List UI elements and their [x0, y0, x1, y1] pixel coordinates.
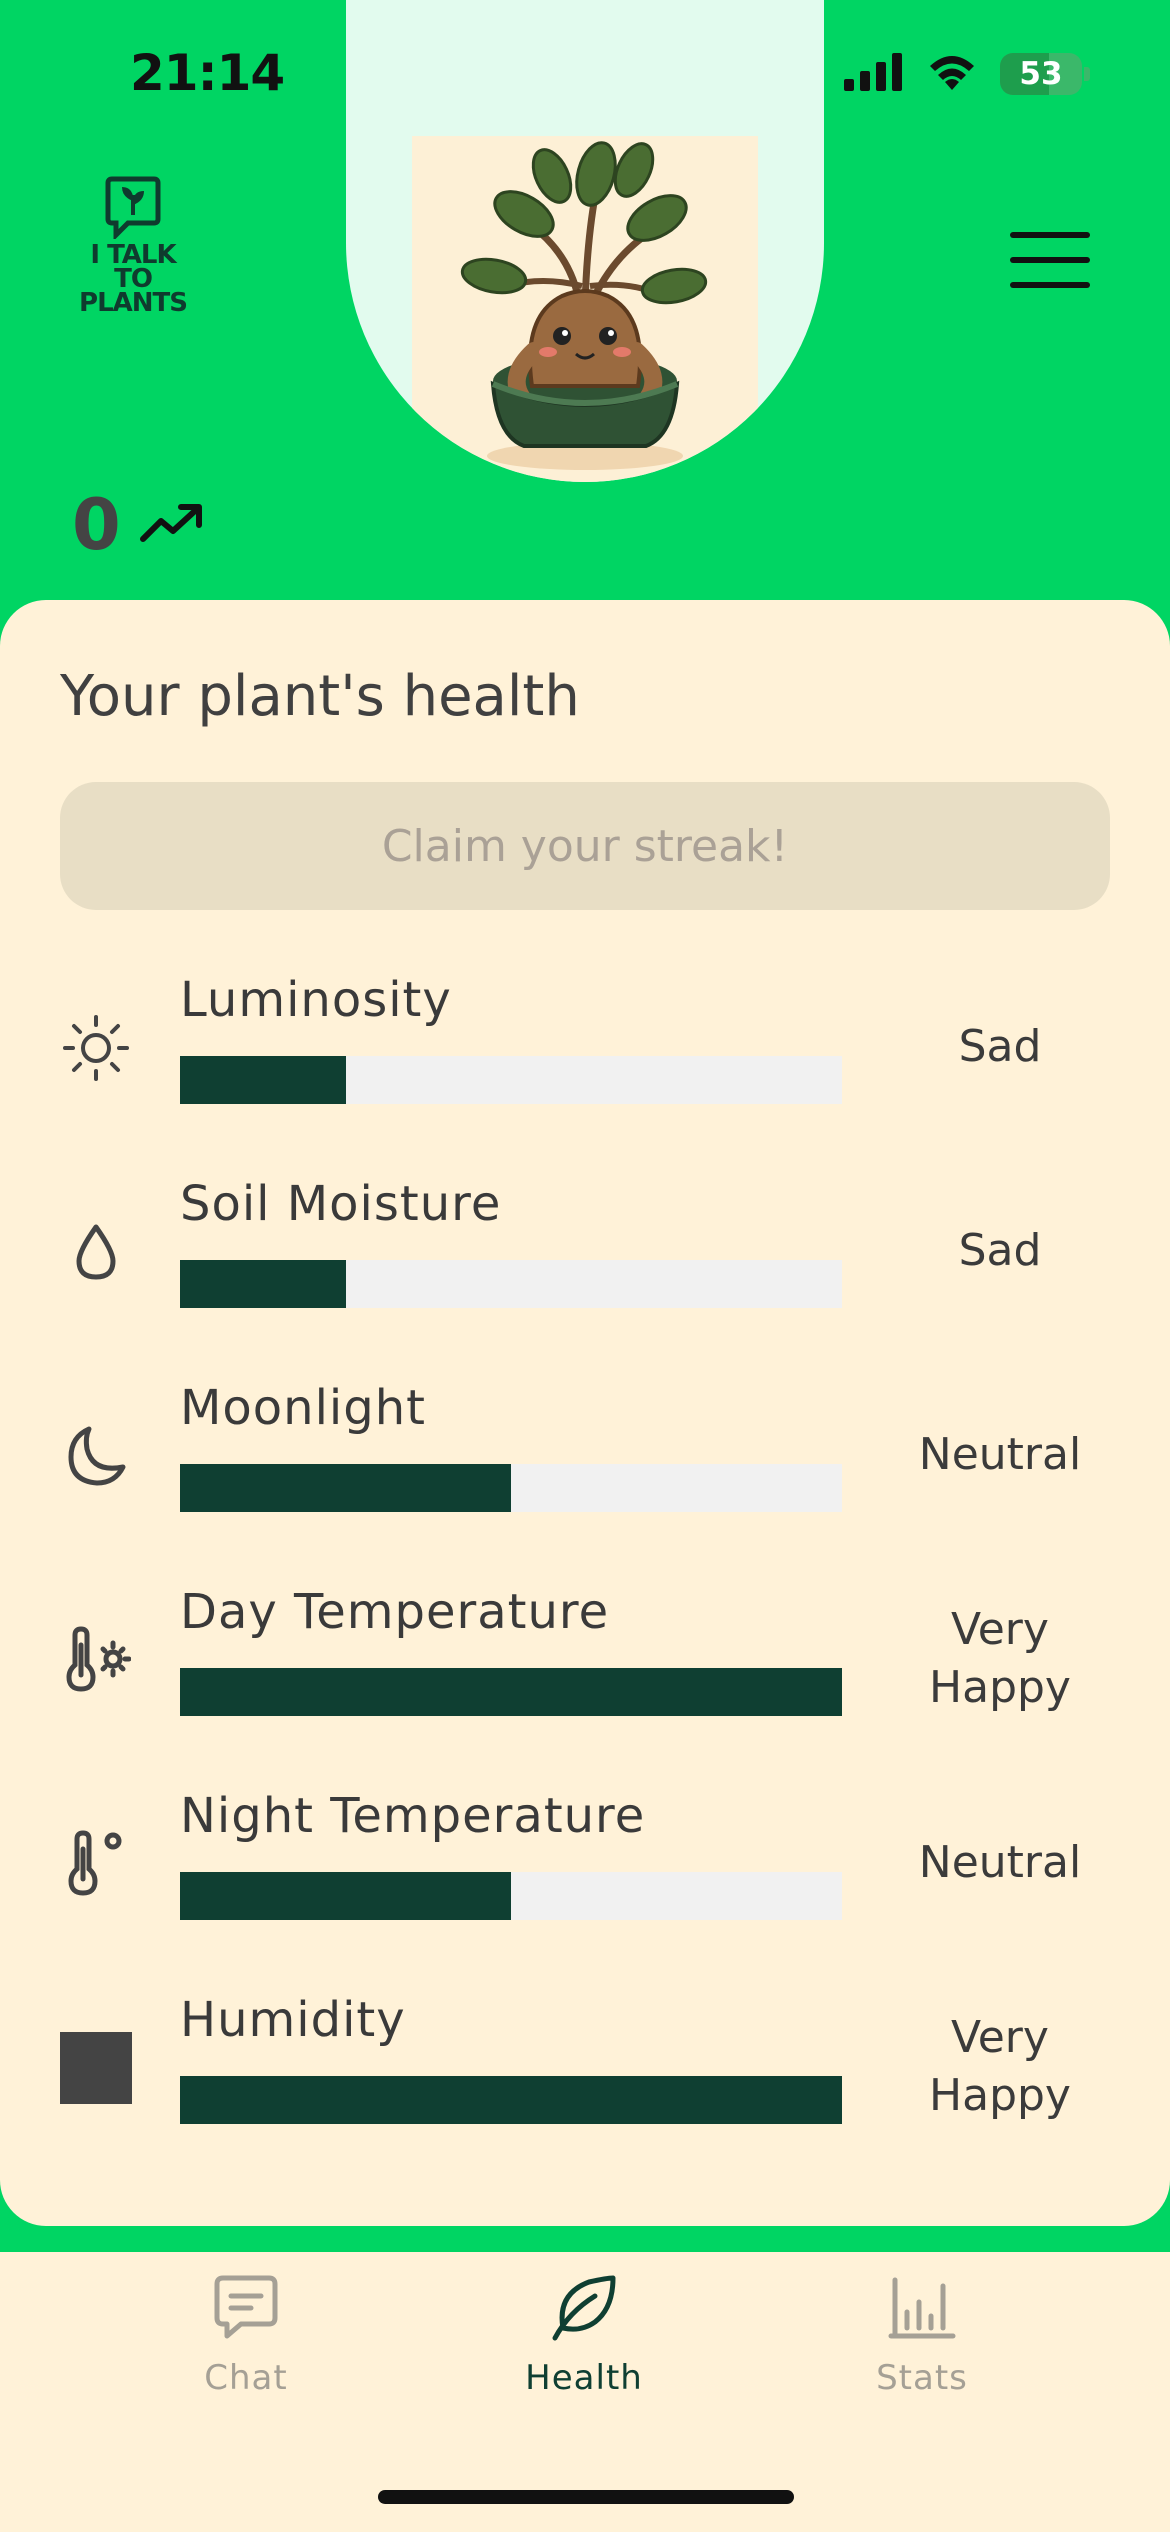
metric-status: Neutral: [918, 1837, 1082, 1888]
bar-chart-icon: [887, 2272, 957, 2346]
tab-health[interactable]: Health: [484, 2272, 684, 2412]
plant-image: [412, 136, 758, 482]
hamburger-menu-icon[interactable]: [1010, 232, 1090, 288]
leaf-icon: [549, 2272, 619, 2346]
tab-label: Health: [525, 2358, 643, 2398]
water-drop-icon: [58, 1214, 134, 1290]
chat-leaf-logo-icon: [105, 176, 161, 239]
metric-status: Very Happy: [929, 2012, 1071, 2121]
metric-status: Sad: [958, 1021, 1042, 1072]
metric-status: Sad: [958, 1225, 1042, 1276]
cellular-signal-icon: [844, 53, 904, 95]
plant-health-card: Your plant's health Claim your streak! L…: [0, 600, 1170, 2226]
metric-status: Very Happy: [929, 1604, 1071, 1713]
metric-label: Humidity: [180, 1992, 406, 2048]
metric-progress-bar: [180, 1872, 842, 1920]
streak-count: 0: [72, 484, 121, 566]
metric-row-night-temperature: Night Temperature Neutral: [0, 1788, 1170, 1948]
metric-label: Night Temperature: [180, 1788, 646, 1844]
metric-row-moonlight: Moonlight Neutral: [0, 1380, 1170, 1540]
metric-progress-fill: [180, 1668, 842, 1716]
metric-label: Luminosity: [180, 972, 452, 1028]
wifi-icon: [926, 52, 978, 96]
claim-streak-button[interactable]: Claim your streak!: [60, 782, 1110, 910]
battery-charging-icon: 53: [1000, 53, 1082, 95]
humidity-icon: [58, 2030, 134, 2106]
metric-progress-fill: [180, 2076, 842, 2124]
metric-progress-bar: [180, 2076, 842, 2124]
status-icons: 53: [844, 52, 1090, 96]
tab-label: Chat: [204, 2358, 288, 2398]
metric-status: Neutral: [918, 1429, 1082, 1480]
app-logo: I TALK TO PLANTS: [78, 175, 188, 318]
metric-row-day-temperature: Day Temperature Very Happy: [0, 1584, 1170, 1744]
metric-progress-fill: [180, 1056, 346, 1104]
logo-text: I TALK TO PLANTS: [79, 240, 188, 318]
battery-level: 53: [1019, 56, 1063, 92]
tab-label: Stats: [876, 2358, 968, 2398]
status-time: 21:14: [130, 44, 285, 102]
metric-row-luminosity: Luminosity Sad: [0, 972, 1170, 1132]
sun-icon: [58, 1010, 134, 1086]
card-title: Your plant's health: [60, 664, 580, 729]
metric-progress-fill: [180, 1464, 511, 1512]
metric-progress-fill: [180, 1872, 511, 1920]
metric-row-humidity: Humidity Very Happy: [0, 1992, 1170, 2152]
metric-label: Moonlight: [180, 1380, 426, 1436]
moon-icon: [58, 1418, 134, 1494]
streak-indicator: 0: [72, 484, 203, 566]
metric-progress-fill: [180, 1260, 346, 1308]
trending-up-icon: [139, 501, 203, 549]
tab-stats[interactable]: Stats: [822, 2272, 1022, 2412]
metric-row-soil-moisture: Soil Moisture Sad: [0, 1176, 1170, 1336]
metric-progress-bar: [180, 1668, 842, 1716]
tab-chat[interactable]: Chat: [146, 2272, 346, 2412]
metric-label: Soil Moisture: [180, 1176, 502, 1232]
thermometer-degree-icon: [58, 1826, 134, 1902]
thermometer-sun-icon: [58, 1622, 134, 1698]
plant-avatar-frame: [346, 0, 824, 482]
metric-progress-bar: [180, 1056, 842, 1104]
metric-progress-bar: [180, 1260, 842, 1308]
chat-bubble-icon: [211, 2272, 281, 2346]
home-indicator: [378, 2490, 794, 2504]
metric-label: Day Temperature: [180, 1584, 610, 1640]
metric-progress-bar: [180, 1464, 842, 1512]
